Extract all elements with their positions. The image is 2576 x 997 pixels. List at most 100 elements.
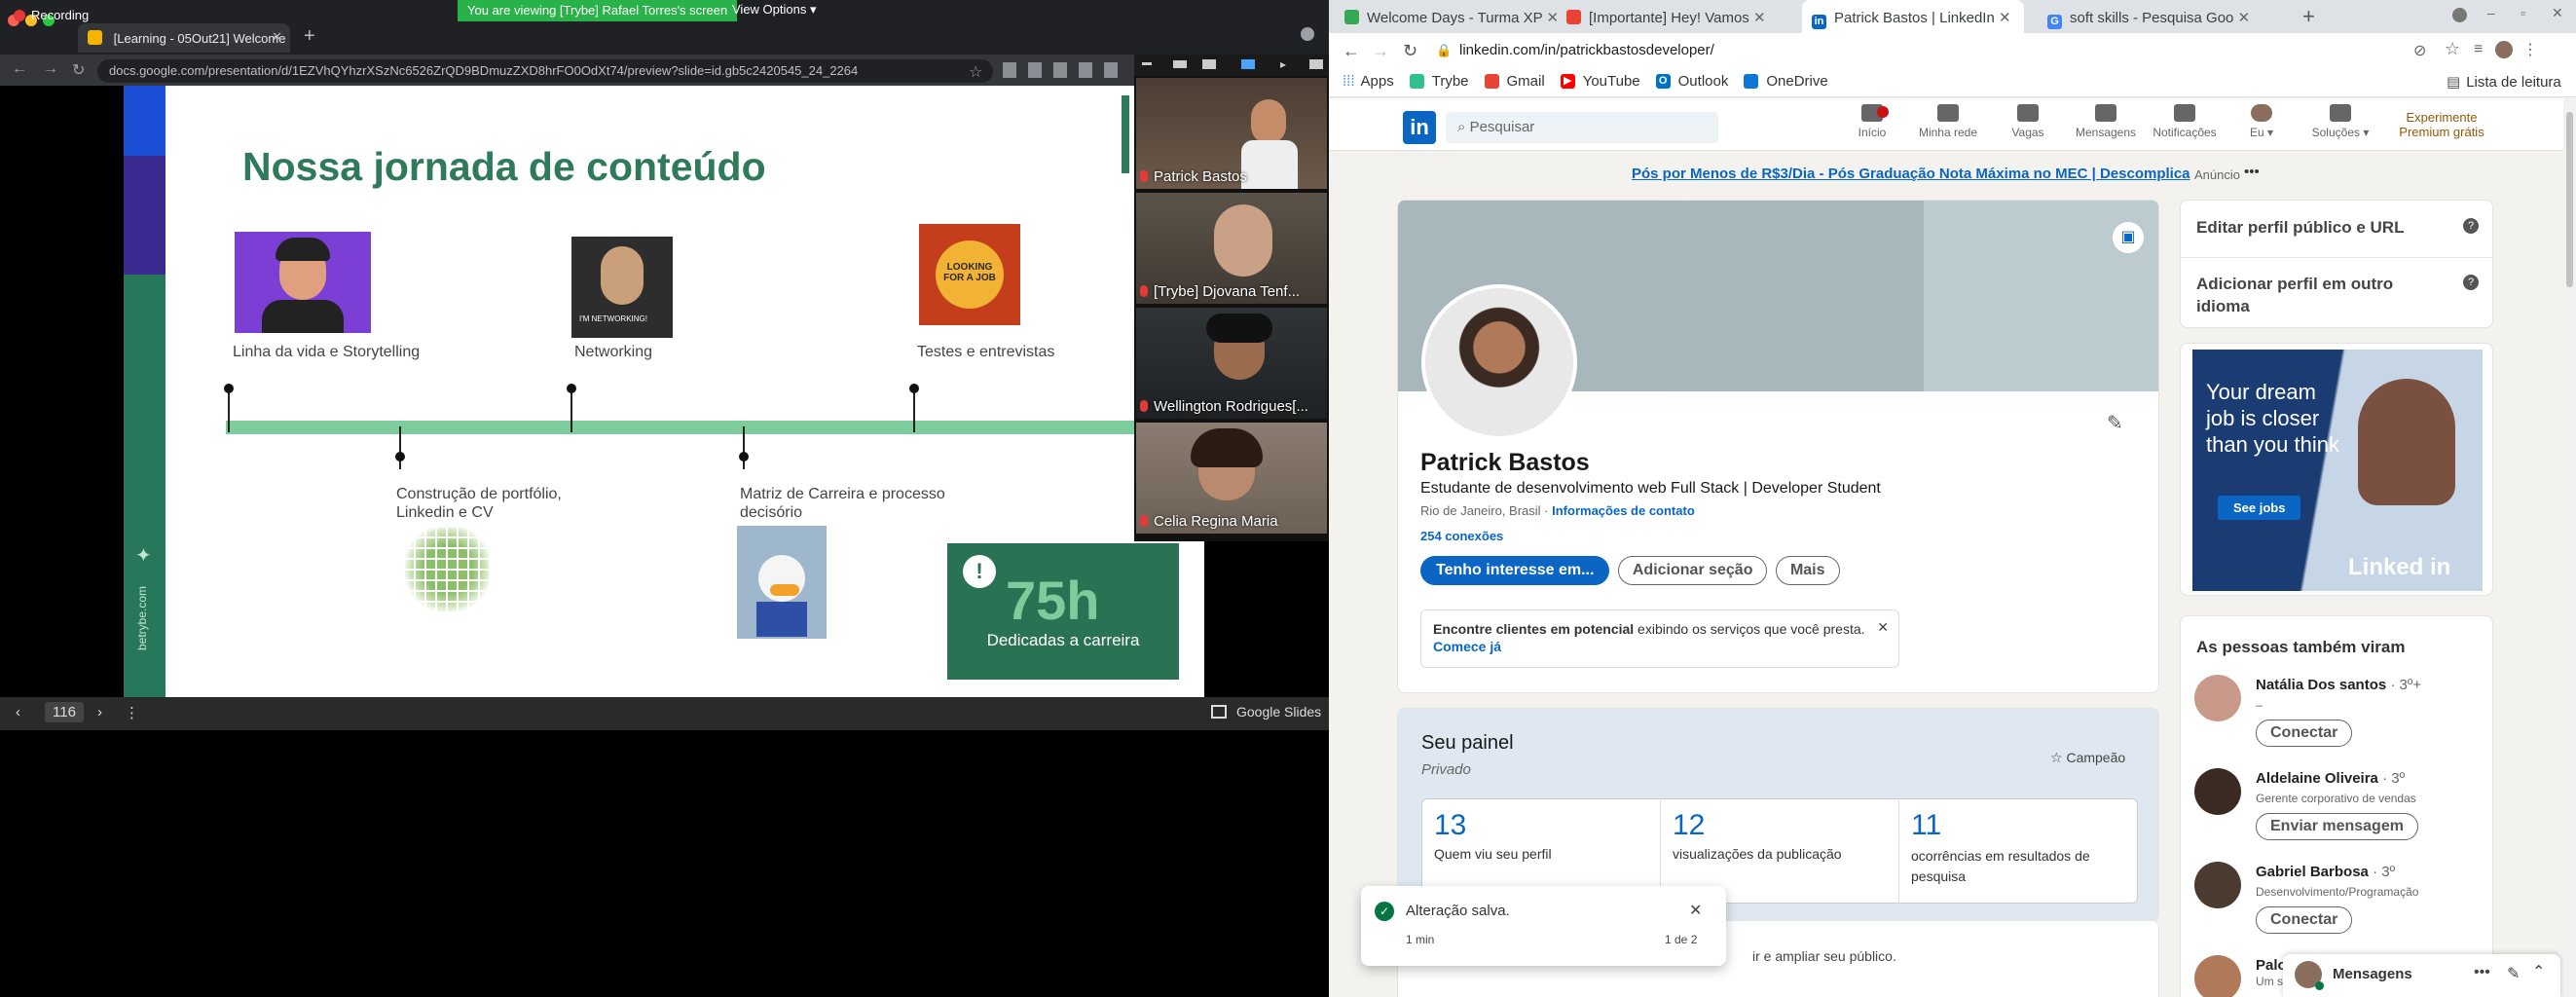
extension-icons[interactable] (1003, 62, 1129, 78)
nav-vagas[interactable]: Vagas (1994, 104, 2062, 139)
nav-mensagens[interactable]: Mensagens (2072, 104, 2140, 139)
back-icon[interactable]: ← (12, 60, 27, 78)
storytelling-image (235, 232, 371, 333)
slide-number-input[interactable]: 116 (45, 702, 84, 722)
new-tab-icon[interactable]: + (2302, 4, 2315, 29)
url-input[interactable]: docs.google.com/presentation/d/1EZVhQYhz… (97, 59, 993, 83)
nav-minha-rede[interactable]: Minha rede (1914, 104, 1982, 139)
view-options-button[interactable]: View Options ▾ (732, 2, 817, 18)
bookmark-onedrive[interactable]: OneDrive (1744, 73, 1828, 90)
back-icon[interactable]: ← (1343, 41, 1360, 61)
bookmark-apps[interactable]: ⁞⁞⁞ Apps (1343, 73, 1394, 90)
reading-list-button[interactable]: ▤ Lista de leitura (2447, 73, 2561, 91)
ad-menu-icon[interactable]: ••• (2244, 164, 2260, 180)
compose-icon[interactable]: ✎ (2507, 964, 2520, 983)
more-options-icon[interactable]: ⋮ (125, 704, 139, 721)
see-jobs-button[interactable]: See jobs (2218, 496, 2301, 520)
nav-notificacoes[interactable]: Notificações (2151, 104, 2219, 139)
camera-blocked-icon[interactable]: ⊘ (2413, 41, 2426, 60)
next-slide-icon[interactable]: › (97, 704, 102, 720)
profile-photo[interactable] (1421, 284, 1577, 440)
reading-list-icon[interactable]: ≡ (2474, 41, 2483, 58)
add-language-link[interactable]: Adicionar perfil em outro idioma (2196, 273, 2449, 317)
left-titlebar: Recording You are viewing [Trybe] Rafael… (0, 0, 1329, 55)
tab-soft-skills[interactable]: Gsoft skills - Pesquisa Goo ✕ (2038, 0, 2260, 33)
forward-icon[interactable]: → (1372, 41, 1389, 61)
more-options-icon[interactable]: ••• (2474, 964, 2490, 981)
arrow-right-icon[interactable]: ▸ (1280, 57, 1286, 71)
messaging-bar[interactable]: Mensagens ••• ✎ ⌃ (2283, 954, 2560, 997)
minimize-icon[interactable] (1142, 62, 1152, 65)
tab-linkedin[interactable]: in Patrick Bastos | LinkedIn ✕ (1802, 0, 2024, 33)
add-section-button[interactable]: Adicionar seção (1617, 556, 1768, 585)
scrollbar-thumb[interactable] (2566, 112, 2573, 287)
nav-solucoes[interactable]: Soluções ▾ (2306, 104, 2374, 139)
profile-avatar[interactable] (2495, 41, 2513, 58)
tab-search-icon[interactable] (2452, 8, 2467, 22)
help-icon[interactable]: ? (2463, 218, 2479, 234)
participant-tile[interactable]: [Trybe] Djovana Tenf... (1136, 193, 1327, 304)
close-icon[interactable]: ✕ (272, 29, 282, 45)
interest-button[interactable]: Tenho interesse em... (1420, 556, 1610, 585)
participant-tile[interactable]: Celia Regina Maria (1136, 423, 1327, 534)
bookmark-star-icon[interactable]: ☆ (969, 62, 982, 82)
more-button[interactable]: Mais (1775, 556, 1840, 585)
speaker-view-icon[interactable] (1173, 60, 1187, 68)
scrollbar[interactable] (2563, 98, 2576, 997)
message-button[interactable]: Enviar mensagem (2256, 813, 2418, 840)
prev-slide-icon[interactable]: ‹ (16, 704, 20, 720)
bookmark-trybe[interactable]: Trybe (1409, 73, 1469, 90)
badge-campeao[interactable]: ☆ Campeão (2050, 750, 2125, 766)
check-icon: ✓ (1375, 902, 1394, 921)
slide-accent-blue (124, 86, 166, 156)
edit-public-profile-link[interactable]: Editar perfil público e URL (2196, 218, 2404, 238)
person-item[interactable]: Natália Dos santos · 3º+ – Conectar (2181, 671, 2492, 758)
chrome-menu-icon[interactable]: ⋮ (2522, 40, 2538, 59)
camera-icon[interactable]: ▣ (2113, 222, 2144, 253)
contact-info-link[interactable]: Informações de contato (1552, 503, 1695, 518)
forward-icon[interactable]: → (43, 60, 58, 78)
maximize-icon[interactable]: ▫ (2521, 5, 2525, 20)
browser-tab[interactable]: [Learning - 05Out21] Welcome ✕ (78, 23, 290, 53)
bookmark-outlook[interactable]: O Outlook (1655, 73, 1728, 90)
tab-welcome-days[interactable]: Welcome Days - Turma XP ✕ (1335, 0, 1557, 33)
premium-link[interactable]: Experimente Premium grátis (2386, 110, 2497, 139)
timeline-tick (228, 389, 230, 432)
reload-icon[interactable]: ↻ (1403, 41, 1417, 61)
close-icon[interactable]: ✕ (1689, 901, 1702, 920)
linkedin-logo-icon[interactable]: in (1403, 111, 1436, 144)
reload-icon[interactable]: ↻ (72, 60, 85, 80)
person-item[interactable]: Aldelaine Oliveira · 3º Gerente corporat… (2181, 764, 2492, 852)
gallery-view-icon[interactable] (1202, 59, 1216, 69)
tab-importante[interactable]: [Importante] Hey! Vamos ✕ (1557, 0, 1779, 33)
lock-icon[interactable]: 🔒 (1436, 43, 1452, 58)
help-icon[interactable]: ? (2463, 275, 2479, 290)
share-icon[interactable] (1309, 59, 1323, 69)
connect-button[interactable]: Conectar (2256, 906, 2353, 934)
bookmark-youtube[interactable]: ▶ YouTube (1560, 73, 1640, 90)
url-input[interactable]: linkedin.com/in/patrickbastosdeveloper/ (1459, 42, 1714, 58)
looking-for-job-image: LOOKING FOR A JOB (919, 224, 1020, 325)
close-icon[interactable]: ✕ (2552, 5, 2563, 21)
stat-search-appearances[interactable]: 11 ocorrências em resultados de pesquisa (1899, 799, 2138, 905)
edit-pencil-icon[interactable]: ✎ (2107, 411, 2123, 435)
chevron-up-icon[interactable]: ⌃ (2532, 962, 2545, 981)
connect-button[interactable]: Conectar (2256, 720, 2353, 747)
close-icon[interactable]: ✕ (1877, 618, 1889, 636)
start-link[interactable]: Comece já (1433, 639, 1501, 654)
ad-link[interactable]: Pós por Menos de R$3/Dia - Pós Graduação… (1632, 166, 2190, 182)
minimize-icon[interactable]: – (2487, 5, 2495, 20)
person-item[interactable]: Gabriel Barbosa · 3º Desenvolvimento/Pro… (2181, 858, 2492, 945)
connections-link[interactable]: 254 conexões (1420, 529, 1503, 543)
bookmark-star-icon[interactable]: ☆ (2445, 39, 2460, 59)
new-tab-icon[interactable]: + (304, 25, 315, 48)
ad-banner[interactable]: Your dream job is closer than you think … (2192, 350, 2483, 591)
bookmark-gmail[interactable]: Gmail (1484, 73, 1545, 90)
nav-inicio[interactable]: Início (1838, 104, 1906, 139)
grid-icon[interactable] (1241, 59, 1255, 69)
participant-tile[interactable]: Patrick Bastos (1136, 78, 1327, 189)
nav-eu[interactable]: Eu ▾ (2227, 104, 2296, 139)
search-input[interactable]: ⌕ Pesquisar (1446, 112, 1718, 143)
tab-menu-icon[interactable] (1301, 27, 1314, 41)
participant-tile[interactable]: Wellington Rodrigues[... (1136, 308, 1327, 419)
